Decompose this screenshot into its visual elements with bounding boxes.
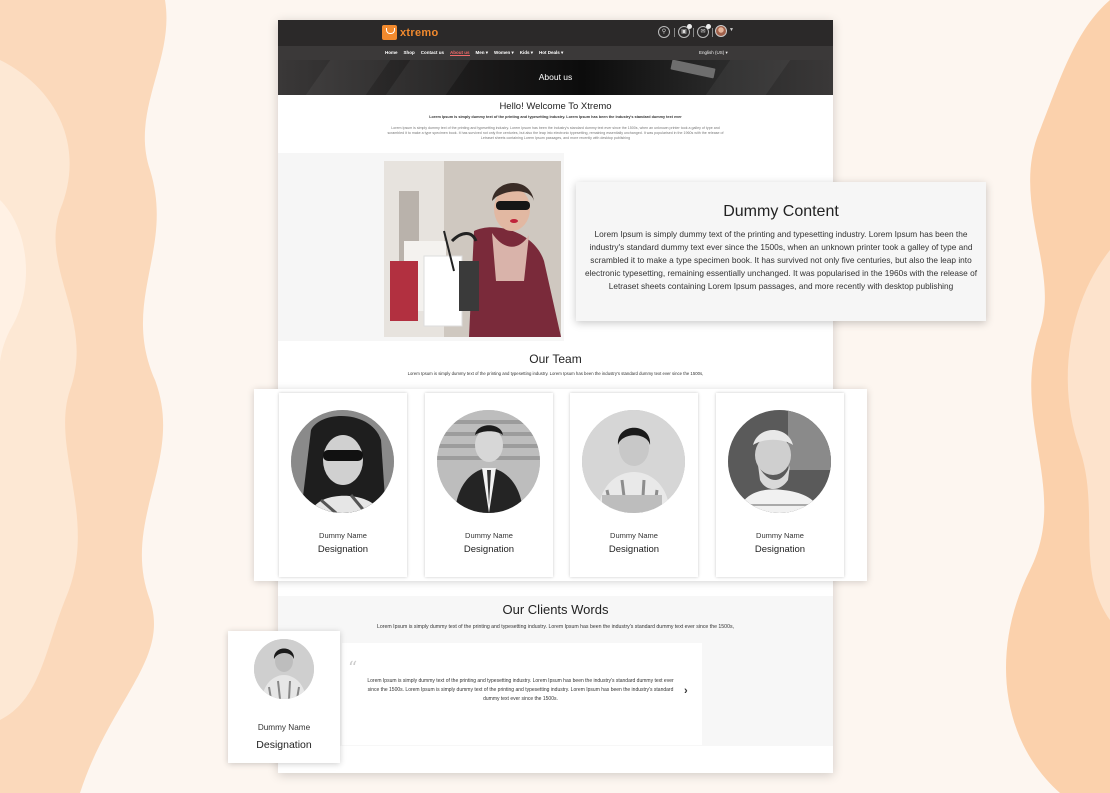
- divider: [674, 28, 675, 37]
- nav-item-hot-deals[interactable]: Hot Deals ▾: [539, 50, 563, 56]
- notification-icon[interactable]: ✉: [697, 24, 711, 38]
- cart-icon[interactable]: ▣: [678, 24, 692, 38]
- nav-item-contact[interactable]: Contact us: [421, 50, 444, 56]
- testimonial-text: Lorem Ipsum is simply dummy text of the …: [367, 678, 674, 702]
- member-name: Dummy Name: [465, 531, 513, 540]
- divider: [712, 28, 713, 37]
- nav-item-men[interactable]: Men ▾: [476, 50, 489, 56]
- team-member-card[interactable]: Dummy Name Designation: [279, 393, 407, 577]
- welcome-title: Hello! Welcome To Xtremo: [499, 101, 612, 112]
- member-name: Dummy Name: [756, 531, 804, 540]
- search-icon[interactable]: ⚲: [658, 26, 670, 38]
- divider: [693, 28, 694, 37]
- dummy-content-title: Dummy Content: [723, 203, 839, 220]
- client-name: Dummy Name: [257, 723, 311, 732]
- brand-logo[interactable]: xtremo: [382, 25, 438, 40]
- quote-icon: “: [348, 658, 358, 679]
- team-title: Our Team: [529, 352, 582, 366]
- hero-banner: About us: [278, 60, 833, 95]
- client-card[interactable]: Dummy Name Designation: [228, 631, 340, 763]
- chevron-down-icon[interactable]: ▼: [729, 27, 734, 33]
- team-member-card[interactable]: Dummy Name Designation: [425, 393, 553, 577]
- dummy-content-text: Lorem Ipsum is simply dummy text of the …: [584, 229, 978, 291]
- member-photo: [582, 410, 685, 513]
- nav-item-home[interactable]: Home: [385, 50, 398, 56]
- nav-item-kids[interactable]: Kids ▾: [520, 50, 533, 56]
- team-member-card[interactable]: Dummy Name Designation: [570, 393, 698, 577]
- member-photo: [291, 410, 394, 513]
- shopping-woman-photo: [384, 161, 561, 337]
- member-photo: [728, 410, 831, 513]
- member-photo: [437, 410, 540, 513]
- main-nav: Home Shop Contact us About us Men ▾ Wome…: [278, 46, 833, 60]
- clients-title: Our Clients Words: [502, 602, 609, 617]
- page-title: About us: [538, 72, 573, 82]
- team-subtitle: Lorem Ipsum is simply dummy text of the …: [407, 371, 704, 376]
- welcome-subtitle: Lorem Ipsum is simply dummy text of the …: [429, 115, 682, 119]
- member-designation: Designation: [317, 544, 369, 555]
- notification-badge: [706, 24, 711, 29]
- member-designation: Designation: [754, 544, 806, 555]
- dummy-content-card: Dummy Content Lorem Ipsum is simply dumm…: [576, 182, 986, 321]
- nav-item-shop[interactable]: Shop: [404, 50, 415, 56]
- member-name: Dummy Name: [610, 531, 658, 540]
- welcome-body: Lorem Ipsum is simply dummy text of the …: [387, 126, 724, 140]
- user-avatar[interactable]: [715, 25, 727, 37]
- team-member-card[interactable]: Dummy Name Designation: [716, 393, 844, 577]
- clients-subtitle: Lorem Ipsum is simply dummy text of the …: [377, 624, 734, 630]
- member-name: Dummy Name: [319, 531, 367, 540]
- client-designation: Designation: [256, 739, 312, 751]
- member-designation: Designation: [463, 544, 515, 555]
- brand-name: xtremo: [400, 26, 439, 39]
- member-designation: Designation: [608, 544, 660, 555]
- nav-item-about[interactable]: About us: [450, 50, 470, 56]
- chevron-right-icon[interactable]: ›: [684, 686, 688, 697]
- cart-badge: [687, 24, 692, 29]
- nav-item-women[interactable]: Women ▾: [494, 50, 514, 56]
- language-selector[interactable]: English (US) ▾: [699, 50, 728, 56]
- top-bar: xtremo ⚲ ▣ ✉ ▼: [278, 20, 833, 46]
- bag-icon: [382, 25, 397, 40]
- client-photo: [254, 639, 314, 699]
